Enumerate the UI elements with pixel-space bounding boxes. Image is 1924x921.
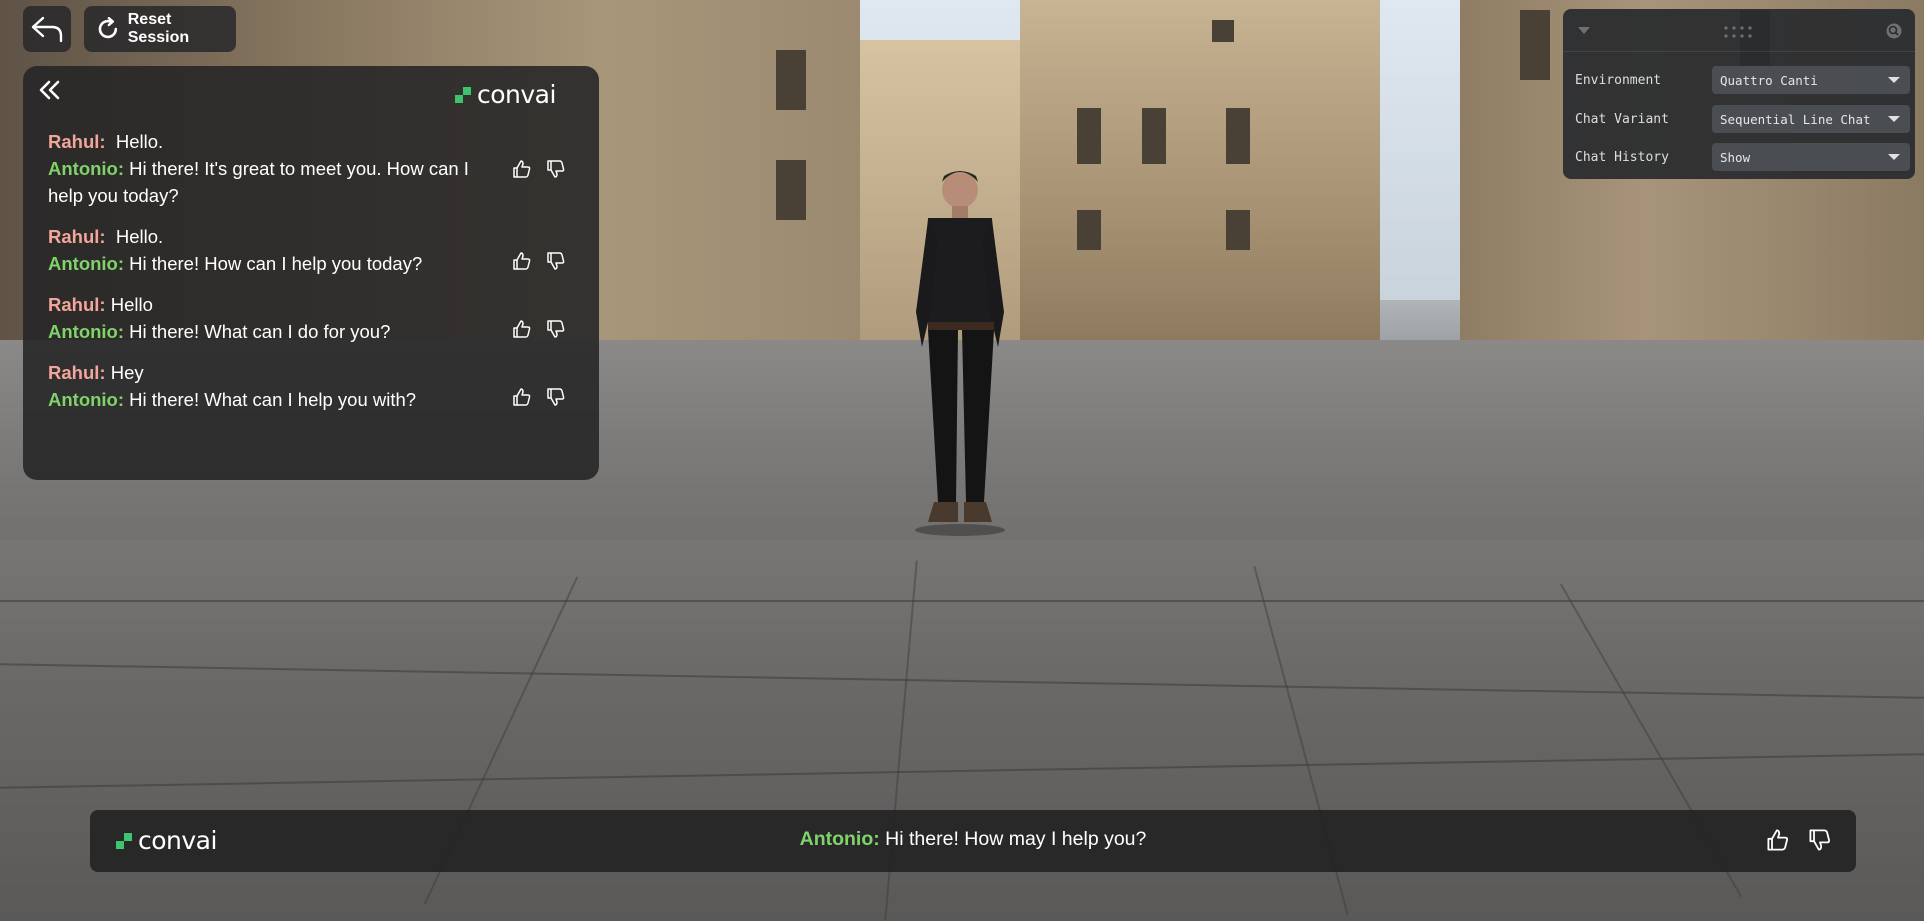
character-speaker: Antonio: [799, 828, 880, 850]
settings-row-environment: Environment Quattro Canti [1575, 66, 1910, 96]
chat-history-label: Chat History [1575, 150, 1669, 165]
user-speaker: Rahul: [48, 226, 106, 247]
chat-variant-label: Chat Variant [1575, 112, 1669, 127]
feedback-buttons [512, 251, 566, 271]
feedback-buttons [512, 387, 566, 407]
settings-row-chat-history: Chat History Show [1575, 143, 1910, 173]
thumbs-up-icon[interactable] [512, 159, 532, 179]
chat-history-select[interactable]: Show [1712, 143, 1910, 171]
drag-handle-icon[interactable] [1723, 25, 1753, 39]
user-message: Hello. [115, 226, 164, 247]
character-avatar [915, 171, 1005, 536]
chat-entry: Rahul: Hello Antonio: Hi there! What can… [48, 291, 588, 345]
search-icon[interactable] [1885, 22, 1903, 40]
character-message: Hi there! How may I help you? [885, 828, 1147, 850]
convai-logo: convai [455, 80, 556, 109]
user-message: Hey [110, 362, 144, 383]
thumbs-up-icon[interactable] [512, 251, 532, 271]
chat-entry: Rahul: Hello. Antonio: Hi there! How can… [48, 223, 588, 277]
feedback-buttons [1766, 828, 1832, 852]
current-response: Antonio: Hi there! How may I help you? [90, 828, 1856, 851]
user-speaker: Rahul: [48, 131, 106, 152]
user-speaker: Rahul: [48, 294, 106, 315]
environment-label: Environment [1575, 73, 1662, 88]
settings-header [1563, 9, 1915, 52]
thumbs-down-icon[interactable] [546, 159, 566, 179]
collapse-triangle-icon[interactable] [1578, 27, 1590, 35]
chat-variant-value: Sequential Line Chat [1720, 112, 1871, 127]
building-center [1020, 0, 1380, 345]
settings-panel: Environment Quattro Canti Chat Variant S… [1563, 9, 1915, 179]
thumbs-down-icon[interactable] [546, 319, 566, 339]
back-arrow-icon [31, 16, 63, 43]
character-speaker: Antonio: [48, 321, 125, 342]
character-message: Hi there! What can I help you with? [129, 389, 417, 410]
thumbs-up-icon[interactable] [512, 319, 532, 339]
thumbs-up-icon[interactable] [1766, 828, 1790, 852]
thumbs-down-icon[interactable] [1808, 828, 1832, 852]
user-message: Hello. [115, 131, 164, 152]
environment-value: Quattro Canti [1720, 73, 1818, 88]
back-button[interactable] [23, 6, 71, 52]
chevron-down-icon [1888, 116, 1900, 122]
chat-history-value: Show [1720, 150, 1751, 165]
refresh-icon [98, 17, 118, 39]
character-message: Hi there! What can I do for you? [129, 321, 391, 342]
chat-entry: Rahul: Hello. Antonio: Hi there! It's gr… [48, 128, 588, 209]
chat-list: Rahul: Hello. Antonio: Hi there! It's gr… [48, 128, 588, 427]
chat-entry: Rahul: Hey Antonio: Hi there! What can I… [48, 359, 588, 413]
chat-history-panel: convai Rahul: Hello. Antonio: Hi there! … [23, 66, 599, 480]
character-speaker: Antonio: [48, 158, 125, 179]
convai-mark-icon [455, 86, 471, 103]
double-chevron-left-icon[interactable] [35, 76, 63, 104]
reset-session-label: Reset Session [127, 11, 190, 46]
feedback-buttons [512, 319, 566, 339]
thumbs-down-icon[interactable] [546, 387, 566, 407]
convai-logo-text: convai [477, 80, 556, 109]
bottom-chat-bar: convai Antonio: Hi there! How may I help… [90, 810, 1856, 872]
character-speaker: Antonio: [48, 253, 125, 274]
user-message: Hello [110, 294, 153, 315]
chevron-down-icon [1888, 154, 1900, 160]
thumbs-up-icon[interactable] [512, 387, 532, 407]
settings-row-chat-variant: Chat Variant Sequential Line Chat [1575, 105, 1910, 135]
chevron-down-icon [1888, 77, 1900, 83]
character-speaker: Antonio: [48, 389, 125, 410]
character-message: Hi there! How can I help you today? [129, 253, 423, 274]
user-speaker: Rahul: [48, 362, 106, 383]
thumbs-down-icon[interactable] [546, 251, 566, 271]
reset-session-button[interactable]: Reset Session [84, 6, 236, 52]
feedback-buttons [512, 159, 566, 179]
environment-select[interactable]: Quattro Canti [1712, 66, 1910, 94]
chat-variant-select[interactable]: Sequential Line Chat [1712, 105, 1910, 133]
